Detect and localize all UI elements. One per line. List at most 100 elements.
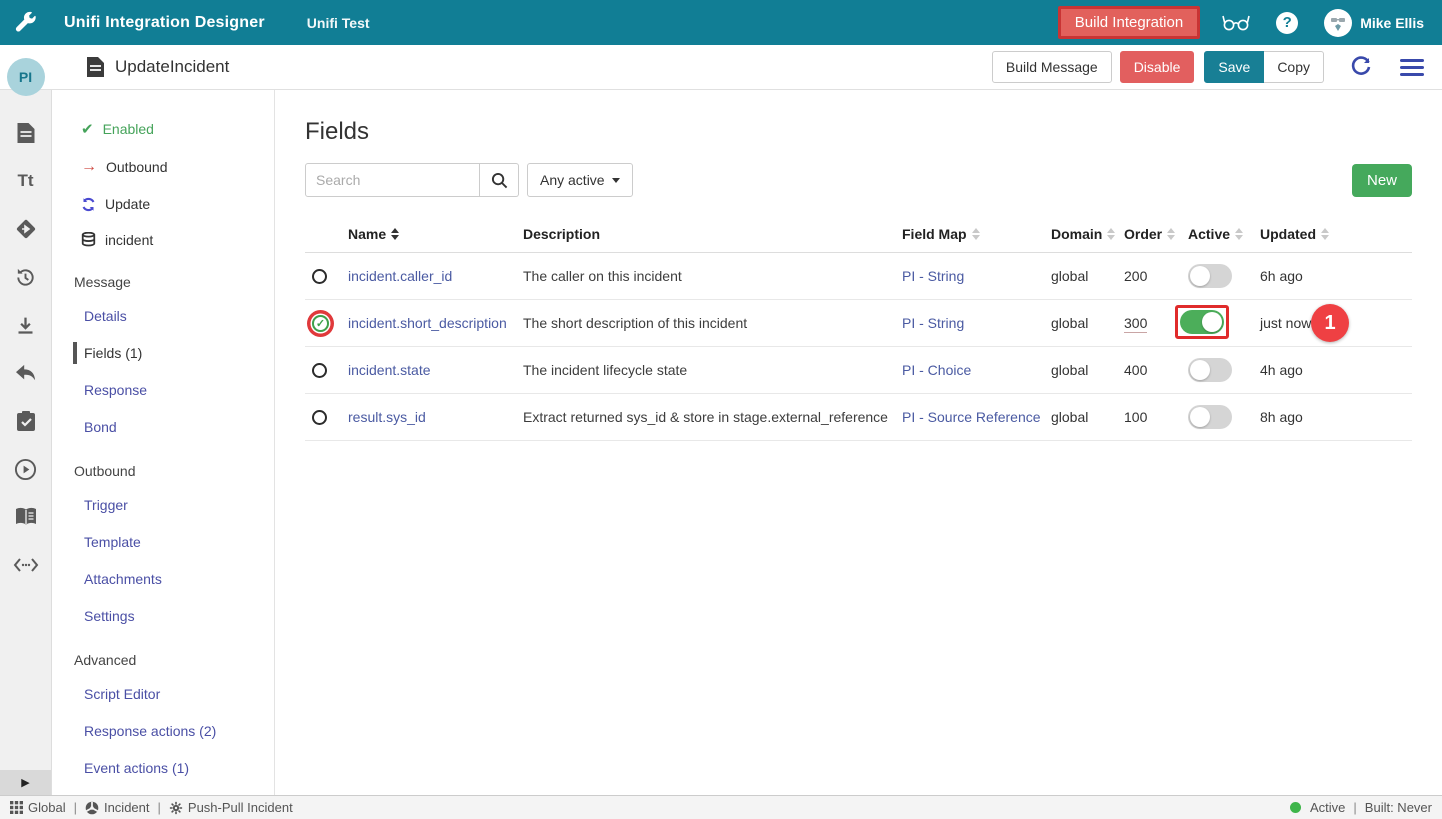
table-icon: [85, 801, 99, 815]
document-icon: [86, 56, 105, 78]
sort-icon: [1321, 228, 1329, 240]
new-field-button[interactable]: New: [1352, 164, 1412, 197]
disable-button[interactable]: Disable: [1120, 51, 1195, 83]
column-header-domain[interactable]: Domain: [1051, 226, 1124, 242]
download-icon[interactable]: [13, 312, 39, 338]
status-dot-icon: [1290, 802, 1301, 813]
sort-icon: [1235, 228, 1243, 240]
process-indicator[interactable]: Push-Pull Incident: [169, 800, 293, 815]
fields-toolbar: Any active New: [305, 163, 1412, 197]
history-icon[interactable]: [13, 264, 39, 290]
chevron-down-icon: [612, 178, 620, 183]
table-indicator[interactable]: Incident: [85, 800, 150, 815]
sidebar-item-details[interactable]: Details: [52, 306, 274, 326]
play-icon[interactable]: [13, 456, 39, 482]
sort-icon: [391, 228, 399, 240]
row-radio[interactable]: [312, 410, 327, 425]
field-name-link[interactable]: incident.state: [348, 362, 523, 378]
active-filter-dropdown[interactable]: Any active: [527, 163, 633, 197]
field-map-link[interactable]: PI - Source Reference: [902, 409, 1051, 425]
build-message-button[interactable]: Build Message: [992, 51, 1112, 83]
check-icon: ✔: [81, 120, 94, 138]
message-title-group: UpdateIncident: [86, 56, 229, 78]
row-radio[interactable]: [312, 269, 327, 284]
scope-indicator[interactable]: Global: [10, 800, 66, 815]
send-diamond-icon[interactable]: [13, 216, 39, 242]
sidebar-item-event-actions[interactable]: Event actions (1): [52, 758, 274, 778]
rail-expand-button[interactable]: ▶: [0, 770, 51, 795]
active-toggle[interactable]: [1188, 358, 1232, 382]
sidebar-item-outbound[interactable]: → Outbound: [52, 158, 274, 176]
active-toggle[interactable]: [1188, 264, 1232, 288]
sidebar-item-attachments[interactable]: Attachments: [52, 569, 274, 589]
active-toggle[interactable]: [1180, 310, 1224, 334]
app-title: Unifi Integration Designer: [64, 14, 265, 32]
column-header-order[interactable]: Order: [1124, 226, 1188, 242]
table-row: result.sys_id Extract returned sys_id & …: [305, 394, 1412, 441]
sidebar-item-script-editor[interactable]: Script Editor: [52, 684, 274, 704]
sidebar-item-enabled[interactable]: ✔ Enabled: [52, 120, 274, 138]
sidebar-item-update[interactable]: Update: [52, 196, 274, 212]
field-name-link[interactable]: incident.caller_id: [348, 268, 523, 284]
reply-icon[interactable]: [13, 360, 39, 386]
user-name[interactable]: Mike Ellis: [1360, 15, 1424, 31]
field-name-link[interactable]: result.sys_id: [348, 409, 523, 425]
copy-button[interactable]: Copy: [1264, 51, 1324, 83]
code-icon[interactable]: [13, 552, 39, 578]
user-avatar[interactable]: [1324, 9, 1352, 37]
gear-icon: [169, 801, 183, 815]
built-indicator: Built: Never: [1365, 800, 1432, 815]
status-bar: Global | Incident | Push-Pull Incident A…: [0, 795, 1442, 819]
search-button[interactable]: [480, 163, 519, 197]
book-icon[interactable]: [13, 504, 39, 530]
sidebar-item-response-actions[interactable]: Response actions (2): [52, 721, 274, 741]
message-title: UpdateIncident: [115, 57, 229, 77]
sidebar-item-incident[interactable]: incident: [52, 232, 274, 248]
text-icon[interactable]: Tt: [13, 168, 39, 194]
fields-table: Name Description Field Map Domain Order: [305, 215, 1412, 441]
table-header-row: Name Description Field Map Domain Order: [305, 215, 1412, 253]
field-map-link[interactable]: PI - Choice: [902, 362, 1051, 378]
column-header-updated[interactable]: Updated: [1260, 226, 1412, 242]
search-input[interactable]: [305, 163, 480, 197]
row-radio[interactable]: [312, 363, 327, 378]
search-icon: [491, 172, 508, 189]
refresh-icon: [81, 197, 96, 212]
sidebar-item-template[interactable]: Template: [52, 532, 274, 552]
main-content: Fields Any active New Name: [275, 90, 1442, 795]
row-selected-check-icon[interactable]: ✓: [312, 315, 329, 332]
grid-icon: [10, 801, 23, 814]
preview-glasses-icon[interactable]: [1222, 13, 1250, 33]
document-icon[interactable]: [13, 120, 39, 146]
column-header-active[interactable]: Active: [1188, 226, 1260, 242]
sidebar-item-bond[interactable]: Bond: [52, 417, 274, 437]
column-header-name[interactable]: Name: [348, 226, 523, 242]
annotation-highlight-box: [1175, 305, 1229, 339]
help-icon[interactable]: ?: [1276, 12, 1298, 34]
field-map-link[interactable]: PI - String: [902, 268, 1051, 284]
database-icon: [81, 232, 96, 248]
icon-rail: PI Tt ▶: [0, 90, 52, 795]
save-button[interactable]: Save: [1204, 51, 1264, 83]
menu-icon[interactable]: [1400, 59, 1424, 76]
column-header-field-map[interactable]: Field Map: [902, 226, 1051, 242]
section-title-message: Message: [52, 274, 274, 290]
sidebar-item-settings[interactable]: Settings: [52, 606, 274, 626]
build-integration-button[interactable]: Build Integration: [1058, 6, 1200, 39]
active-toggle[interactable]: [1188, 405, 1232, 429]
sidebar-item-response[interactable]: Response: [52, 380, 274, 400]
sidebar-item-fields[interactable]: Fields (1): [52, 343, 274, 363]
message-header: UpdateIncident Build Message Disable Sav…: [0, 45, 1442, 90]
table-row: incident.state The incident lifecycle st…: [305, 347, 1412, 394]
table-row: ✓ incident.short_description The short d…: [305, 300, 1412, 347]
tasks-icon[interactable]: [13, 408, 39, 434]
refresh-icon[interactable]: [1350, 56, 1372, 78]
table-row: incident.caller_id The caller on this in…: [305, 253, 1412, 300]
status-badge: Active: [1290, 800, 1345, 815]
field-name-link[interactable]: incident.short_description: [348, 315, 523, 331]
environment-name[interactable]: Unifi Test: [307, 15, 370, 31]
integration-avatar[interactable]: PI: [7, 58, 45, 96]
field-map-link[interactable]: PI - String: [902, 315, 1051, 331]
column-header-description[interactable]: Description: [523, 226, 902, 242]
sidebar-item-trigger[interactable]: Trigger: [52, 495, 274, 515]
